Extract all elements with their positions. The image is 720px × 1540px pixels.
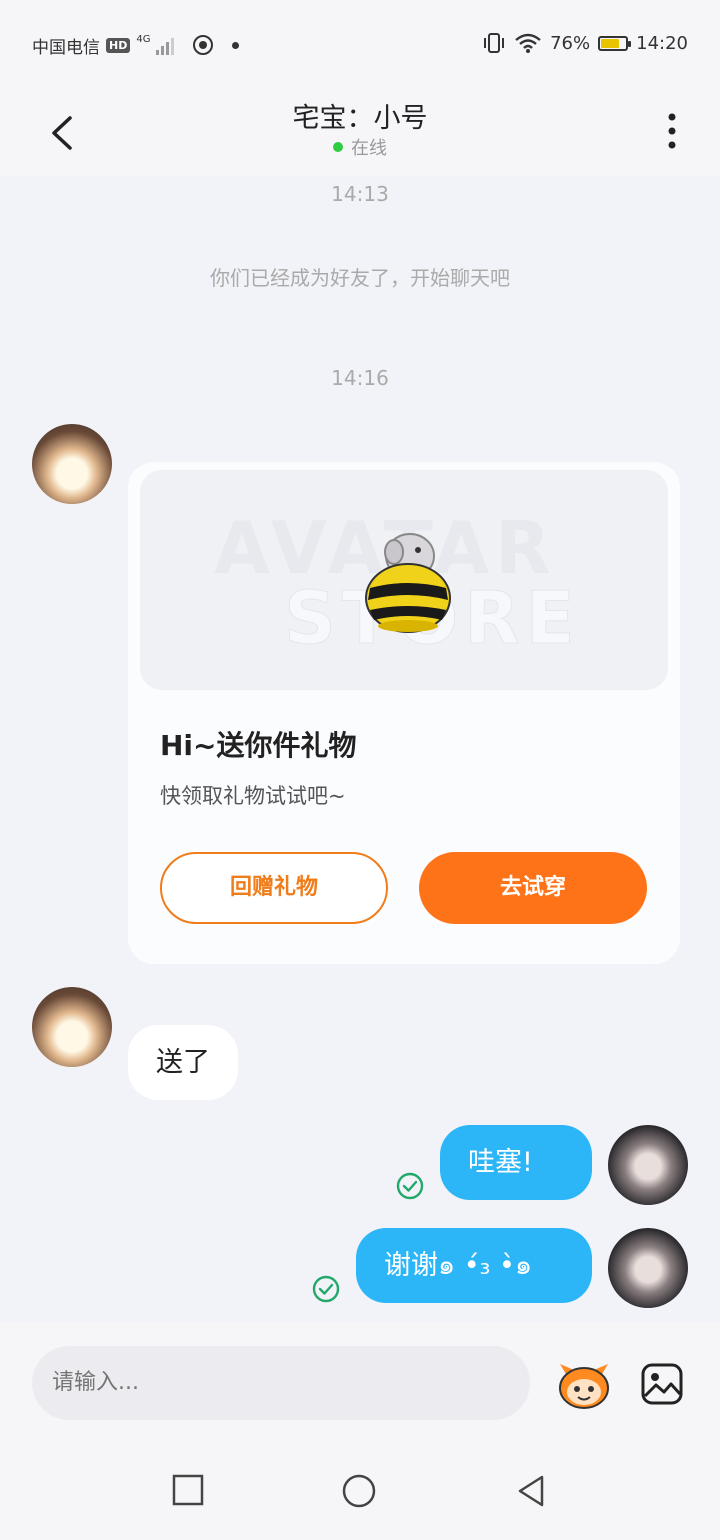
triangle-back-icon[interactable] [516,1474,546,1508]
chat-title: 宅宝：小号 [292,103,428,134]
friend-avatar[interactable] [32,424,112,504]
wifi-icon [515,33,541,53]
gift-title: Hi~送你件礼物 [160,729,357,762]
status-left: 中国电信 HD 4G [32,32,240,58]
network-type: 4G [136,33,151,45]
online-status: 在线 [0,134,720,160]
my-avatar[interactable] [608,1125,688,1205]
chat-header: 宅宝：小号 在线 [0,90,720,176]
outgoing-message[interactable]: 谢谢๑ •́₃ •̀๑ [356,1228,592,1303]
timestamp: 14:13 [331,182,389,206]
system-message: 你们已经成为好友了，开始聊天吧 [210,266,510,290]
image-icon[interactable] [640,1362,684,1406]
my-avatar[interactable] [608,1228,688,1308]
gift-image: AVATAR STORE [140,470,668,690]
bee-costume-icon [365,533,451,633]
return-gift-button[interactable]: 回赠礼物 [160,852,388,924]
hd-badge: HD [106,37,131,53]
outgoing-message[interactable]: 哇塞! [440,1125,592,1200]
signal-icon [156,35,175,55]
check-circle-icon [312,1275,340,1303]
battery-percent: 76% [550,32,591,54]
system-nav-bar [0,1440,720,1540]
check-circle-icon [396,1172,424,1200]
square-icon[interactable] [172,1474,204,1506]
carrier-name: 中国电信 [32,37,100,58]
message-input[interactable] [32,1346,530,1420]
more-vertical-icon[interactable] [652,108,692,154]
battery-fill [601,38,620,48]
battery-icon [598,35,632,51]
friend-avatar[interactable] [32,987,112,1067]
record-icon [193,35,214,55]
status-right: 76% 14:20 [482,32,688,54]
clock: 14:20 [636,32,688,54]
notification-dot-icon [232,41,240,49]
incoming-message[interactable]: 送了 [128,1025,238,1100]
try-on-button[interactable]: 去试穿 [419,852,647,924]
mascot-emoji-icon[interactable] [556,1360,612,1410]
gift-subtitle: 快领取礼物试试吧~ [160,784,346,808]
circle-icon[interactable] [342,1474,376,1508]
online-dot-icon [333,142,343,152]
status-bar: 中国电信 HD 4G 76% 14:20 [0,0,720,90]
timestamp: 14:16 [331,366,389,390]
vibrate-icon [484,33,505,53]
gift-card[interactable]: AVATAR STORE Hi~送你件礼物 快领取礼物试试吧~ 回赠礼物 去试穿 [128,462,680,964]
online-label: 在线 [351,138,387,159]
